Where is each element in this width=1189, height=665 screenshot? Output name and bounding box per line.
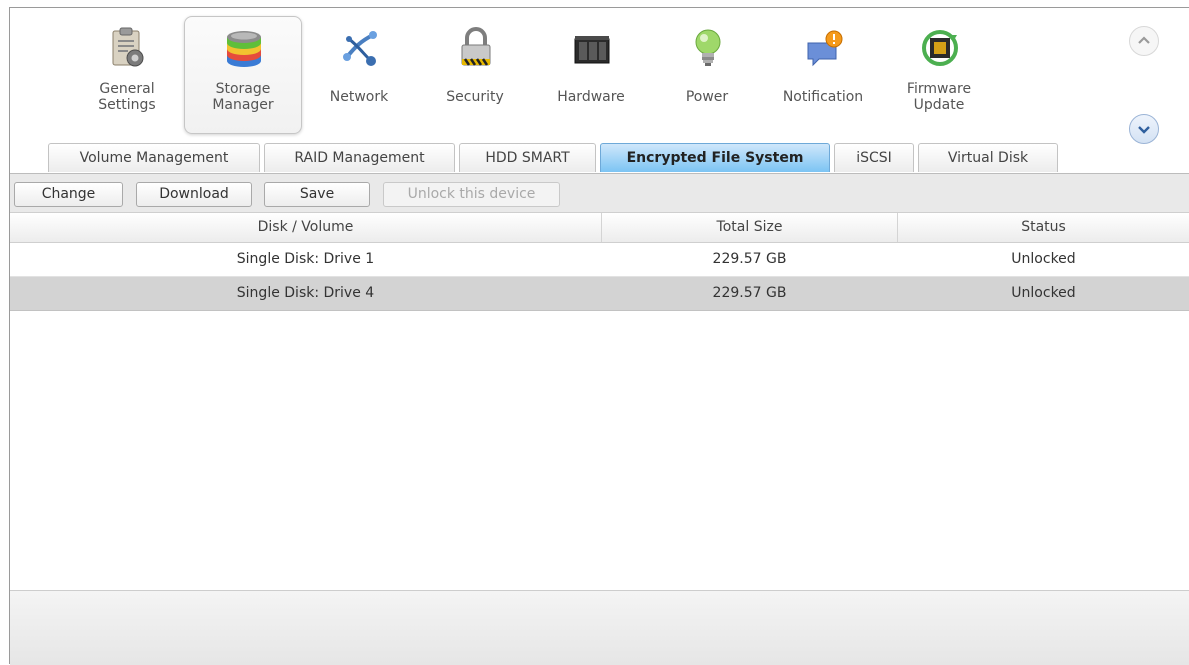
category-bar: General Settings Storage Manager Network… — [10, 8, 1189, 144]
download-button[interactable]: Download — [136, 182, 252, 207]
tab-volume-management[interactable]: Volume Management — [48, 143, 260, 172]
toolbar: Change Download Save Unlock this device — [10, 173, 1189, 213]
tab-encrypted-file-system[interactable]: Encrypted File System — [600, 143, 830, 172]
category-label: Security — [446, 89, 504, 105]
category-label: Power — [685, 89, 729, 105]
category-network[interactable]: Network — [300, 16, 418, 134]
tab-virtual-disk[interactable]: Virtual Disk — [918, 143, 1058, 172]
category-general-settings[interactable]: General Settings — [68, 16, 186, 134]
category-security[interactable]: Security — [416, 16, 534, 134]
chevron-down-icon — [1138, 126, 1150, 134]
footer-bar — [10, 590, 1189, 665]
cell-status: Unlocked — [1011, 285, 1076, 301]
storage-manager-window: General Settings Storage Manager Network… — [9, 7, 1189, 665]
cell-disk-volume: Single Disk: Drive 4 — [236, 285, 375, 301]
save-button[interactable]: Save — [264, 182, 370, 207]
category-storage-manager[interactable]: Storage Manager — [184, 16, 302, 134]
chevron-up-icon — [1138, 36, 1150, 44]
general-settings-icon — [109, 27, 147, 69]
category-label: Notification — [782, 89, 864, 105]
category-label: Firmware Update — [906, 81, 972, 113]
notification-icon — [805, 27, 843, 69]
padlock-icon — [457, 27, 495, 69]
category-label: Hardware — [557, 89, 625, 105]
cell-disk-volume: Single Disk: Drive 1 — [236, 251, 375, 267]
bulb-icon — [689, 27, 727, 69]
firmware-update-icon — [921, 27, 959, 69]
category-label: Storage Manager — [212, 81, 274, 113]
category-power[interactable]: Power — [648, 16, 766, 134]
change-button[interactable]: Change — [14, 182, 123, 207]
cell-total-size: 229.57 GB — [712, 285, 787, 301]
scroll-up-button[interactable] — [1129, 26, 1159, 56]
table-header: Disk / Volume Total Size Status — [10, 213, 1189, 243]
scroll-down-button[interactable] — [1129, 114, 1159, 144]
category-firmware-update[interactable]: Firmware Update — [880, 16, 998, 134]
cell-status: Unlocked — [1011, 251, 1076, 267]
network-icon — [341, 27, 379, 69]
column-header-status[interactable]: Status — [898, 213, 1189, 242]
storage-manager-icon — [225, 27, 263, 69]
category-label: General Settings — [98, 81, 156, 113]
table-row[interactable]: Single Disk: Drive 4 229.57 GB Unlocked — [10, 277, 1189, 311]
tab-raid-management[interactable]: RAID Management — [264, 143, 455, 172]
table-row[interactable]: Single Disk: Drive 1 229.57 GB Unlocked — [10, 243, 1189, 277]
unlock-device-button[interactable]: Unlock this device — [383, 182, 560, 207]
tab-iscsi[interactable]: iSCSI — [834, 143, 914, 172]
category-hardware[interactable]: Hardware — [532, 16, 650, 134]
tab-hdd-smart[interactable]: HDD SMART — [459, 143, 596, 172]
hardware-icon — [573, 27, 611, 69]
column-header-disk-volume[interactable]: Disk / Volume — [10, 213, 602, 242]
tab-strip: Volume Management RAID Management HDD SM… — [10, 143, 1189, 173]
category-notification[interactable]: Notification — [764, 16, 882, 134]
column-header-total-size[interactable]: Total Size — [602, 213, 898, 242]
category-label: Network — [329, 89, 389, 105]
cell-total-size: 229.57 GB — [712, 251, 787, 267]
